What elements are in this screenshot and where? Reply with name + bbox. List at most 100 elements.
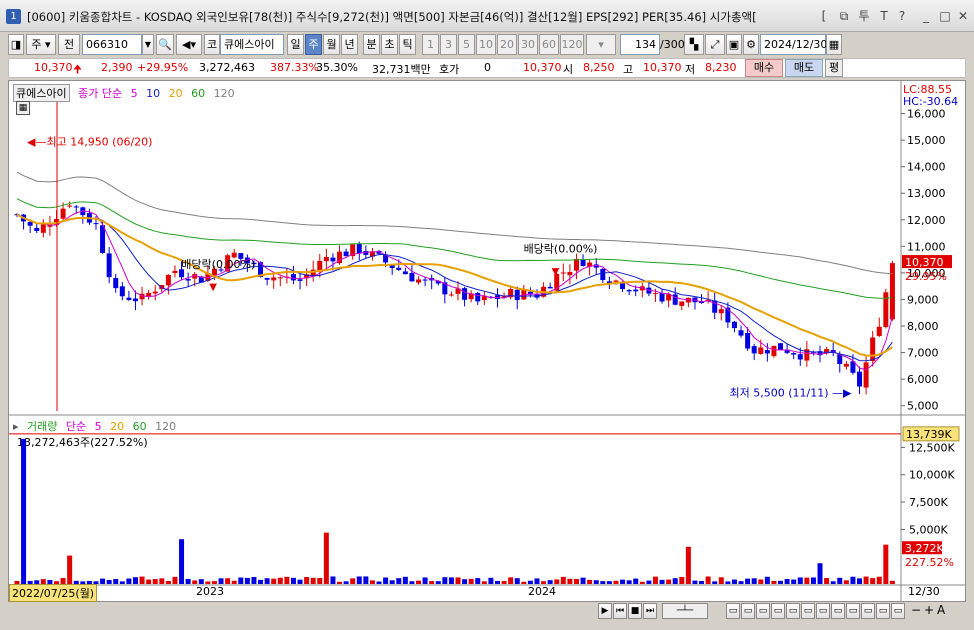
candle-body: [791, 353, 797, 355]
candle-body: [514, 289, 520, 301]
vol-ma-120-label: 120: [155, 420, 177, 433]
layout-11-icon[interactable]: ▭: [876, 603, 890, 619]
indicator-icon[interactable]: ▚: [684, 34, 704, 55]
date-input[interactable]: 2024/12/30: [760, 34, 827, 55]
volume-bar: [442, 577, 448, 584]
volume-bar: [850, 576, 856, 584]
interval-30[interactable]: 30: [518, 34, 538, 55]
custom-interval-select[interactable]: ▾: [586, 34, 616, 55]
high-price: 10,370: [643, 61, 682, 74]
candle-body: [27, 221, 33, 226]
close-icon[interactable]: ✕: [955, 8, 971, 24]
candle-body: [100, 225, 106, 253]
zoom-out-icon[interactable]: −: [911, 603, 921, 617]
chart-panel[interactable]: 16,000 15,000 14,000 13,000 12,000 11,000 10,0…: [8, 80, 966, 602]
ma-20-label: 20: [168, 87, 183, 100]
scroll-right-icon[interactable]: ▶: [598, 603, 612, 619]
volume-bar: [448, 577, 454, 584]
all-button[interactable]: 전: [58, 34, 80, 55]
candle-body: [152, 291, 158, 294]
minimize-icon[interactable]: _: [918, 8, 934, 24]
buy-button[interactable]: 매수: [745, 59, 783, 77]
sell-button[interactable]: 매도: [785, 59, 823, 77]
tab-year[interactable]: 년: [341, 34, 358, 55]
interval-3[interactable]: 3: [440, 34, 457, 55]
layout-3-icon[interactable]: ▭: [756, 603, 770, 619]
interval-60[interactable]: 60: [539, 34, 559, 55]
candle-body: [547, 286, 553, 289]
volume-bar: [876, 576, 882, 584]
price-y-tick-label: 5,000: [907, 400, 939, 413]
candle-body: [67, 205, 73, 207]
layout-12-icon[interactable]: ▭: [891, 603, 905, 619]
window-title: [0600] 키움종합차트 - KOSDAQ 외국인보유[78(천)] 주식수[…: [27, 10, 757, 24]
maximize-icon[interactable]: □: [937, 8, 953, 24]
vol-ma-60-label: 60: [132, 420, 147, 433]
chart-canvas[interactable]: 16,000 15,000 14,000 13,000 12,000 11,000 10,0…: [9, 81, 965, 601]
layout-8-icon[interactable]: ▭: [831, 603, 845, 619]
price-series-name[interactable]: 큐에스아이: [13, 84, 70, 102]
interval-5[interactable]: 5: [458, 34, 475, 55]
tab-minute[interactable]: 분: [363, 34, 380, 55]
interval-120[interactable]: 120: [560, 34, 584, 55]
pin-icon[interactable]: [: [816, 8, 832, 24]
stop-icon[interactable]: ■: [628, 603, 642, 619]
price-y-tick-label: 16,000: [907, 108, 946, 121]
layout-9-icon[interactable]: ▭: [846, 603, 860, 619]
auto-scale-icon[interactable]: A: [937, 603, 945, 617]
ma-60-label: 60: [191, 87, 206, 100]
save-icon[interactable]: ▣: [726, 34, 742, 55]
interval-1[interactable]: 1: [422, 34, 439, 55]
zoom-in-icon[interactable]: +: [924, 603, 934, 617]
stock-name-field[interactable]: 큐에스아이: [220, 34, 284, 55]
tab-month[interactable]: 월: [323, 34, 340, 55]
volume-bar: [172, 576, 178, 584]
volume-series-name[interactable]: 거래량: [27, 418, 57, 434]
tab-day[interactable]: 일: [287, 34, 304, 55]
scroll-last-icon[interactable]: ⏭: [643, 603, 657, 619]
x-axis-label-2024: 2024: [528, 585, 556, 598]
zoom-slider[interactable]: ─┴─: [662, 603, 708, 619]
layout-6-icon[interactable]: ▭: [801, 603, 815, 619]
font-icon[interactable]: T: [876, 8, 892, 24]
open-price: 8,250: [583, 61, 615, 74]
settings-gear-icon[interactable]: ⚙: [743, 34, 759, 55]
search-icon[interactable]: 🔍: [156, 34, 174, 55]
volume-expand-icon[interactable]: ▸: [13, 420, 19, 433]
data-count-input[interactable]: 134: [620, 34, 660, 55]
restore-layout-icon[interactable]: ⧉: [836, 8, 852, 24]
grid-toggle-icon[interactable]: ▦: [16, 101, 30, 115]
chart-toolbar: ◨ 주 ▾ 전 066310 ▼ 🔍 ◀▾ 코 큐에스아이 일 주 월 년 분 …: [8, 34, 966, 56]
tab-tick[interactable]: 틱: [399, 34, 416, 55]
tab-week[interactable]: 주: [305, 34, 322, 55]
stock-code-input[interactable]: 066310: [82, 34, 142, 55]
scroll-first-icon[interactable]: ⏮: [613, 603, 627, 619]
vol-ma-5-label: 5: [94, 420, 102, 433]
draw-tool-icon[interactable]: ⤢: [705, 34, 725, 55]
code-dropdown-icon[interactable]: ▼: [142, 34, 154, 55]
stay-on-top-icon[interactable]: 투: [856, 8, 872, 24]
volume-bar: [817, 563, 823, 584]
hoga-label: 호가: [439, 63, 460, 76]
candle-body: [889, 263, 895, 320]
code-button[interactable]: 코: [204, 34, 220, 55]
layout-10-icon[interactable]: ▭: [861, 603, 875, 619]
tab-second[interactable]: 초: [381, 34, 398, 55]
layout-2-icon[interactable]: ▭: [741, 603, 755, 619]
help-icon[interactable]: ?: [894, 8, 910, 24]
candle-body: [560, 272, 566, 274]
layout-1-icon[interactable]: ▭: [726, 603, 740, 619]
volume-y-tick-label: 5,000K: [909, 523, 948, 536]
layout-4-icon[interactable]: ▭: [771, 603, 785, 619]
interval-20[interactable]: 20: [497, 34, 517, 55]
sound-icon[interactable]: ◀▾: [176, 34, 202, 55]
period-select[interactable]: 주 ▾: [26, 34, 56, 55]
eval-button[interactable]: 평: [825, 59, 843, 77]
price-y-tick-label: 11,000: [907, 240, 946, 253]
chart-menu-icon[interactable]: ◨: [8, 34, 24, 55]
interval-10[interactable]: 10: [476, 34, 496, 55]
x-axis-label-2023: 2023: [196, 585, 224, 598]
calendar-icon[interactable]: ▦: [826, 34, 842, 55]
layout-7-icon[interactable]: ▭: [816, 603, 830, 619]
layout-5-icon[interactable]: ▭: [786, 603, 800, 619]
